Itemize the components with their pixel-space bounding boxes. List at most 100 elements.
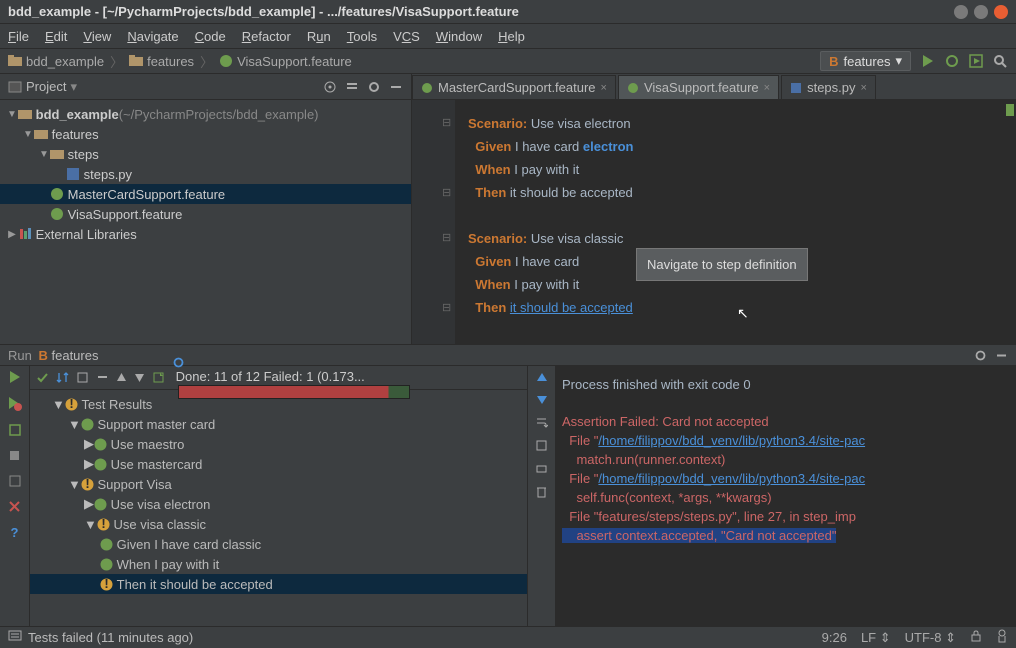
scroll-end-icon[interactable]	[535, 439, 548, 452]
up-icon[interactable]	[536, 372, 548, 384]
menu-vcs[interactable]: VCS	[393, 29, 420, 44]
menu-navigate[interactable]: Navigate	[127, 29, 178, 44]
console-output[interactable]: Process finished with exit code 0 Assert…	[556, 366, 1016, 626]
collapse-all-icon[interactable]	[345, 80, 359, 94]
tree-node-steps[interactable]: ▼ steps	[0, 144, 411, 164]
show-passed-icon[interactable]	[36, 371, 49, 384]
menu-run[interactable]: Run	[307, 29, 331, 44]
expand-all-icon[interactable]	[76, 371, 89, 384]
close-icon[interactable]	[8, 500, 21, 516]
lock-icon[interactable]	[970, 630, 982, 645]
tab-mastercard[interactable]: MasterCardSupport.feature×	[412, 75, 616, 99]
close-icon[interactable]: ×	[601, 82, 607, 94]
dump-button[interactable]	[8, 474, 22, 491]
coverage-button[interactable]	[969, 54, 983, 68]
tree-node-visa[interactable]: VisaSupport.feature	[0, 204, 411, 224]
menu-help[interactable]: Help	[498, 29, 525, 44]
export-icon[interactable]	[152, 371, 165, 384]
code-editor[interactable]: ⊟ ⊟ ⊟ ⊟ Scenario: Use visa electron Give…	[412, 100, 1016, 344]
python-file-icon	[66, 167, 80, 181]
results-item[interactable]: ▼! Use visa classic	[30, 514, 527, 534]
results-step[interactable]: Given I have card classic	[30, 534, 527, 554]
results-item[interactable]: ▶ Use mastercard	[30, 454, 527, 474]
maximize-button[interactable]	[974, 5, 988, 19]
results-group[interactable]: ▼! Support Visa	[30, 474, 527, 494]
gear-icon[interactable]	[172, 356, 521, 369]
close-button[interactable]	[994, 5, 1008, 19]
svg-text:!: !	[101, 518, 105, 531]
step-link[interactable]: it should be accepted	[510, 300, 633, 315]
toggle-autotest-button[interactable]	[8, 423, 22, 440]
feature-file-icon	[219, 54, 233, 68]
results-step-failed[interactable]: ! Then it should be accepted	[30, 574, 527, 594]
results-tree[interactable]: ▼! Test Results ▼ Support master card ▶ …	[30, 390, 527, 626]
rerun-button[interactable]	[8, 370, 22, 387]
feature-file-icon	[50, 187, 64, 201]
gear-icon[interactable]	[367, 80, 381, 94]
messages-icon[interactable]	[8, 629, 22, 646]
folder-icon	[34, 127, 48, 141]
chevron-down-icon[interactable]: ▾	[70, 79, 77, 95]
caret-position[interactable]: 9:26	[822, 630, 847, 645]
scroll-from-source-icon[interactable]	[323, 80, 337, 94]
run-button[interactable]	[921, 54, 935, 68]
fold-icon[interactable]: ⊟	[442, 112, 451, 135]
menu-refactor[interactable]: Refactor	[242, 29, 291, 44]
debug-button[interactable]	[945, 54, 959, 68]
project-tree[interactable]: ▼ bdd_example (~/PycharmProjects/bdd_exa…	[0, 100, 411, 344]
print-icon[interactable]	[535, 462, 548, 475]
help-icon[interactable]: ?	[11, 525, 19, 540]
line-separator[interactable]: LF ⇕	[861, 630, 891, 646]
menu-tools[interactable]: Tools	[347, 29, 377, 44]
tree-node-stepsfile[interactable]: steps.py	[0, 164, 411, 184]
prev-failed-icon[interactable]	[116, 372, 127, 383]
tree-node-features[interactable]: ▼ features	[0, 124, 411, 144]
file-link[interactable]: /home/filippov/bdd_venv/lib/python3.4/si…	[598, 471, 865, 486]
hide-panel-icon[interactable]	[995, 349, 1008, 362]
close-icon[interactable]: ×	[861, 82, 867, 94]
encoding[interactable]: UTF-8 ⇕	[905, 630, 956, 646]
menu-file[interactable]: File	[8, 29, 29, 44]
next-failed-icon[interactable]	[134, 372, 145, 383]
results-item[interactable]: ▶ Use visa electron	[30, 494, 527, 514]
hide-panel-icon[interactable]	[389, 80, 403, 94]
breadcrumb-features[interactable]: features	[129, 54, 194, 69]
menu-window[interactable]: Window	[436, 29, 482, 44]
down-icon[interactable]	[536, 394, 548, 406]
fold-icon[interactable]: ⊟	[442, 297, 451, 320]
file-link[interactable]: /home/filippov/bdd_venv/lib/python3.4/si…	[598, 433, 865, 448]
chevron-down-icon: ▾	[895, 53, 902, 69]
gear-icon[interactable]	[974, 349, 987, 362]
rerun-failed-button[interactable]	[7, 396, 22, 414]
menu-edit[interactable]: Edit	[45, 29, 67, 44]
run-left-toolbar: ?	[0, 366, 30, 626]
results-step[interactable]: When I pay with it	[30, 554, 527, 574]
search-button[interactable]	[993, 54, 1008, 69]
close-icon[interactable]: ×	[764, 82, 770, 94]
error-stripe[interactable]	[1006, 104, 1014, 116]
tab-visa[interactable]: VisaSupport.feature×	[618, 75, 779, 99]
breadcrumb-root[interactable]: bdd_example	[8, 54, 104, 69]
tree-node-mastercard[interactable]: MasterCardSupport.feature	[0, 184, 411, 204]
breadcrumb-file[interactable]: VisaSupport.feature	[219, 54, 352, 69]
tree-node-external[interactable]: ▶ External Libraries	[0, 224, 411, 244]
results-root[interactable]: ▼! Test Results	[30, 394, 527, 414]
collapse-all-icon[interactable]	[96, 371, 109, 384]
soft-wrap-icon[interactable]	[535, 416, 548, 429]
titlebar: bdd_example - [~/PycharmProjects/bdd_exa…	[0, 0, 1016, 24]
results-group[interactable]: ▼ Support master card	[30, 414, 527, 434]
hector-icon[interactable]	[996, 629, 1008, 646]
run-configuration-dropdown[interactable]: B features ▾	[820, 51, 911, 71]
stop-button[interactable]	[8, 449, 21, 465]
results-toolbar: Done: 11 of 12 Failed: 1 (0.173...	[30, 366, 527, 390]
sort-icon[interactable]	[56, 371, 69, 384]
tab-steps[interactable]: steps.py×	[781, 75, 876, 99]
fold-icon[interactable]: ⊟	[442, 227, 451, 250]
minimize-button[interactable]	[954, 5, 968, 19]
fold-icon[interactable]: ⊟	[442, 182, 451, 205]
clear-icon[interactable]	[535, 485, 548, 498]
tree-node-root[interactable]: ▼ bdd_example (~/PycharmProjects/bdd_exa…	[0, 104, 411, 124]
results-item[interactable]: ▶ Use maestro	[30, 434, 527, 454]
menu-code[interactable]: Code	[195, 29, 226, 44]
menu-view[interactable]: View	[83, 29, 111, 44]
